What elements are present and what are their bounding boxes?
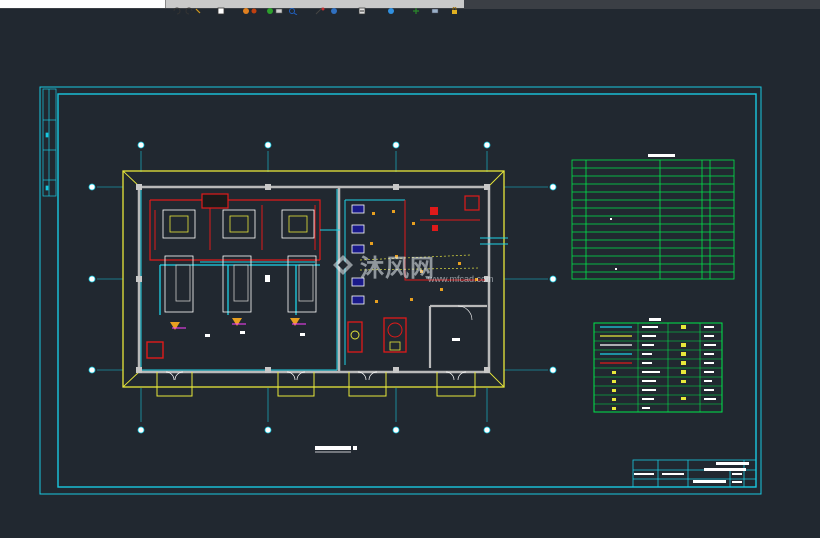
cad-drawing-canvas[interactable] — [0, 9, 820, 538]
pump-symbols-left — [146, 275, 306, 359]
pipe-network-right — [344, 199, 508, 365]
command-input[interactable] — [0, 0, 166, 8]
sheet-inner-border — [57, 93, 757, 488]
title-block — [632, 459, 757, 488]
plan-title — [315, 446, 357, 453]
chiller-units — [162, 193, 317, 313]
revision-strip — [42, 88, 57, 197]
legend-table — [593, 318, 723, 413]
quick-access-toolbar — [166, 0, 464, 16]
pipe-network-left — [149, 199, 340, 315]
equipment-schedule-table — [571, 154, 735, 280]
right-room-equipment — [347, 195, 480, 353]
sheet-outer-border — [39, 86, 762, 495]
ribbon-toolbar — [0, 0, 820, 16]
building-plan — [122, 170, 505, 397]
